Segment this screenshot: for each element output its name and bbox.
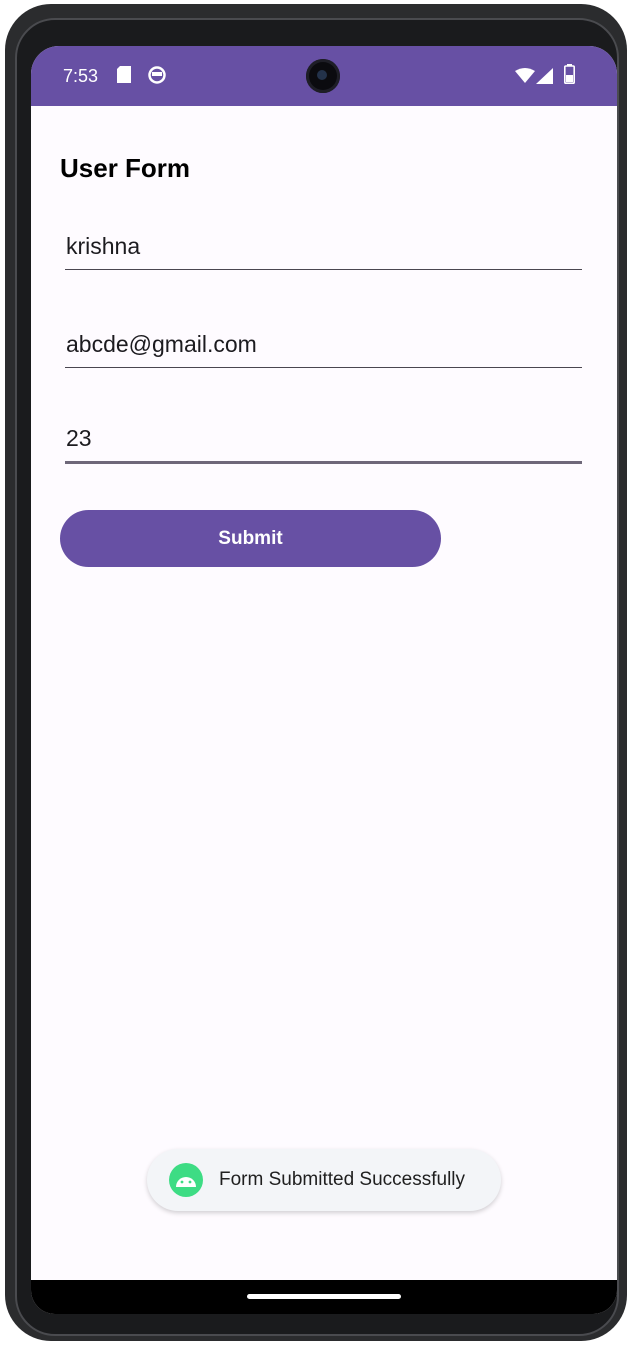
battery-icon bbox=[564, 64, 575, 89]
android-icon bbox=[169, 1163, 203, 1197]
wifi-icon bbox=[515, 68, 535, 88]
name-field[interactable]: krishna bbox=[65, 216, 582, 270]
email-field-value: abcde@gmail.com bbox=[66, 331, 257, 357]
status-time: 7:53 bbox=[63, 66, 99, 86]
toast-message: Form Submitted Successfully bbox=[147, 1149, 501, 1211]
sd-card-icon bbox=[117, 66, 131, 88]
cellular-icon bbox=[536, 68, 553, 89]
age-field[interactable]: 23 bbox=[65, 410, 582, 464]
page-title: User Form bbox=[60, 153, 191, 183]
submit-button[interactable]: Submit bbox=[60, 510, 441, 567]
app-notification-icon bbox=[148, 66, 166, 89]
status-bar: 7:53 bbox=[31, 46, 617, 106]
front-camera bbox=[306, 59, 340, 93]
name-field-value: krishna bbox=[66, 233, 141, 259]
email-field[interactable]: abcde@gmail.com bbox=[65, 314, 582, 368]
app-screen: 7:53 User Form krishna abcde@gmail.com 2… bbox=[31, 46, 617, 1314]
toast-text: Form Submitted Successfully bbox=[219, 1169, 466, 1190]
navigation-bar bbox=[31, 1280, 617, 1314]
home-gesture-handle[interactable] bbox=[247, 1294, 401, 1299]
age-field-value: 23 bbox=[66, 425, 92, 451]
